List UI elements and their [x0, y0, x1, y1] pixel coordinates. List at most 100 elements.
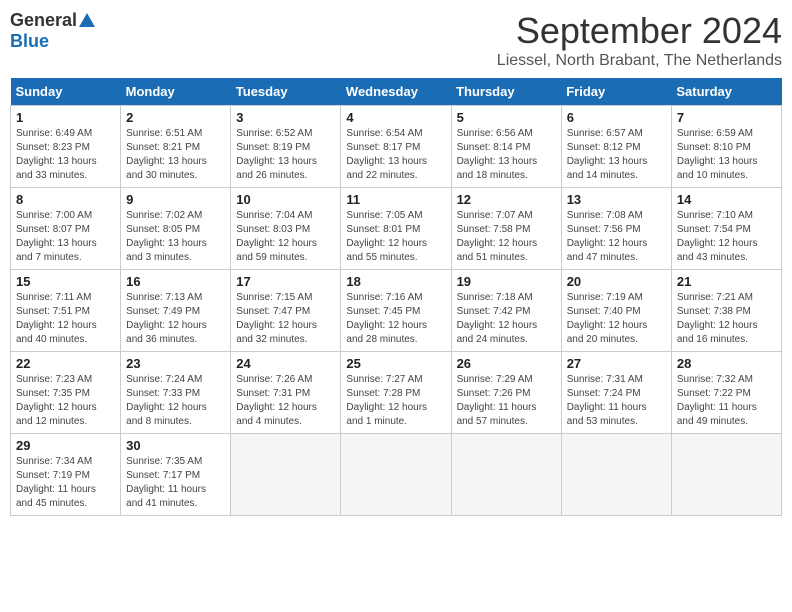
calendar-table: SundayMondayTuesdayWednesdayThursdayFrid… [10, 78, 782, 516]
day-info: Sunrise: 7:35 AM Sunset: 7:17 PM Dayligh… [126, 455, 225, 511]
day-number: 8 [16, 192, 115, 207]
day-number: 14 [677, 192, 776, 207]
day-info: Sunrise: 7:19 AM Sunset: 7:40 PM Dayligh… [567, 291, 666, 347]
calendar-cell: 8 Sunrise: 7:00 AM Sunset: 8:07 PM Daylig… [11, 188, 121, 270]
week-row-2: 8 Sunrise: 7:00 AM Sunset: 8:07 PM Daylig… [11, 188, 782, 270]
calendar-cell: 1 Sunrise: 6:49 AM Sunset: 8:23 PM Daylig… [11, 106, 121, 188]
calendar-cell: 29Sunrise: 7:34 AM Sunset: 7:19 PM Dayli… [11, 434, 121, 516]
day-number: 26 [457, 356, 556, 371]
calendar-cell: 14Sunrise: 7:10 AM Sunset: 7:54 PM Dayli… [671, 188, 781, 270]
day-info: Sunrise: 7:07 AM Sunset: 7:58 PM Dayligh… [457, 209, 556, 265]
day-info: Sunrise: 6:52 AM Sunset: 8:19 PM Dayligh… [236, 127, 335, 183]
day-number: 19 [457, 274, 556, 289]
day-number: 30 [126, 438, 225, 453]
day-header-tuesday: Tuesday [231, 78, 341, 106]
day-info: Sunrise: 6:59 AM Sunset: 8:10 PM Dayligh… [677, 127, 776, 183]
day-info: Sunrise: 7:34 AM Sunset: 7:19 PM Dayligh… [16, 455, 115, 511]
day-number: 11 [346, 192, 445, 207]
day-number: 24 [236, 356, 335, 371]
week-row-4: 22 Sunrise: 7:23 AM Sunset: 7:35 PM Dayli… [11, 352, 782, 434]
calendar-cell: 22 Sunrise: 7:23 AM Sunset: 7:35 PM Dayli… [11, 352, 121, 434]
day-number: 15 [16, 274, 115, 289]
day-number: 9 [126, 192, 225, 207]
day-number: 16 [126, 274, 225, 289]
day-number: 17 [236, 274, 335, 289]
day-number: 20 [567, 274, 666, 289]
day-header-monday: Monday [121, 78, 231, 106]
day-number: 1 [16, 110, 115, 125]
day-info: Sunrise: 7:31 AM Sunset: 7:24 PM Dayligh… [567, 373, 666, 429]
day-info: Sunrise: 7:02 AM Sunset: 8:05 PM Dayligh… [126, 209, 225, 265]
day-number: 7 [677, 110, 776, 125]
day-number: 13 [567, 192, 666, 207]
day-info: Sunrise: 7:11 AM Sunset: 7:51 PM Dayligh… [16, 291, 115, 347]
day-info: Sunrise: 7:04 AM Sunset: 8:03 PM Dayligh… [236, 209, 335, 265]
day-info: Sunrise: 7:16 AM Sunset: 7:45 PM Dayligh… [346, 291, 445, 347]
day-number: 12 [457, 192, 556, 207]
day-number: 2 [126, 110, 225, 125]
day-info: Sunrise: 7:32 AM Sunset: 7:22 PM Dayligh… [677, 373, 776, 429]
day-info: Sunrise: 7:21 AM Sunset: 7:38 PM Dayligh… [677, 291, 776, 347]
week-row-5: 29Sunrise: 7:34 AM Sunset: 7:19 PM Dayli… [11, 434, 782, 516]
day-info: Sunrise: 6:54 AM Sunset: 8:17 PM Dayligh… [346, 127, 445, 183]
day-info: Sunrise: 7:18 AM Sunset: 7:42 PM Dayligh… [457, 291, 556, 347]
calendar-cell [561, 434, 671, 516]
days-header-row: SundayMondayTuesdayWednesdayThursdayFrid… [11, 78, 782, 106]
day-info: Sunrise: 7:24 AM Sunset: 7:33 PM Dayligh… [126, 373, 225, 429]
calendar-cell: 5Sunrise: 6:56 AM Sunset: 8:14 PM Daylig… [451, 106, 561, 188]
calendar-cell [671, 434, 781, 516]
day-info: Sunrise: 7:08 AM Sunset: 7:56 PM Dayligh… [567, 209, 666, 265]
calendar-cell: 27 Sunrise: 7:31 AM Sunset: 7:24 PM Dayli… [561, 352, 671, 434]
day-info: Sunrise: 7:29 AM Sunset: 7:26 PM Dayligh… [457, 373, 556, 429]
calendar-cell: 30 Sunrise: 7:35 AM Sunset: 7:17 PM Dayli… [121, 434, 231, 516]
month-title: September 2024 [497, 10, 782, 52]
day-info: Sunrise: 6:51 AM Sunset: 8:21 PM Dayligh… [126, 127, 225, 183]
day-number: 6 [567, 110, 666, 125]
day-info: Sunrise: 7:05 AM Sunset: 8:01 PM Dayligh… [346, 209, 445, 265]
calendar-cell: 4 Sunrise: 6:54 AM Sunset: 8:17 PM Daylig… [341, 106, 451, 188]
location-subtitle: Liessel, North Brabant, The Netherlands [497, 52, 782, 70]
day-header-saturday: Saturday [671, 78, 781, 106]
week-row-1: 1 Sunrise: 6:49 AM Sunset: 8:23 PM Daylig… [11, 106, 782, 188]
calendar-cell: 21 Sunrise: 7:21 AM Sunset: 7:38 PM Dayli… [671, 270, 781, 352]
calendar-cell: 25 Sunrise: 7:27 AM Sunset: 7:28 PM Dayli… [341, 352, 451, 434]
calendar-cell: 26 Sunrise: 7:29 AM Sunset: 7:26 PM Dayli… [451, 352, 561, 434]
calendar-cell [231, 434, 341, 516]
day-info: Sunrise: 7:23 AM Sunset: 7:35 PM Dayligh… [16, 373, 115, 429]
day-info: Sunrise: 6:49 AM Sunset: 8:23 PM Dayligh… [16, 127, 115, 183]
calendar-cell: 11 Sunrise: 7:05 AM Sunset: 8:01 PM Dayli… [341, 188, 451, 270]
day-info: Sunrise: 6:56 AM Sunset: 8:14 PM Dayligh… [457, 127, 556, 183]
logo-blue-text: Blue [10, 31, 49, 52]
calendar-cell: 28 Sunrise: 7:32 AM Sunset: 7:22 PM Dayli… [671, 352, 781, 434]
day-header-thursday: Thursday [451, 78, 561, 106]
page-header: General Blue September 2024 Liessel, Nor… [10, 10, 782, 70]
day-number: 21 [677, 274, 776, 289]
day-number: 22 [16, 356, 115, 371]
calendar-cell: 9 Sunrise: 7:02 AM Sunset: 8:05 PM Daylig… [121, 188, 231, 270]
calendar-cell: 17 Sunrise: 7:15 AM Sunset: 7:47 PM Dayli… [231, 270, 341, 352]
day-number: 27 [567, 356, 666, 371]
day-number: 28 [677, 356, 776, 371]
logo-general-text: General [10, 10, 77, 31]
calendar-cell: 13 Sunrise: 7:08 AM Sunset: 7:56 PM Dayli… [561, 188, 671, 270]
logo-triangle-icon [79, 13, 95, 27]
calendar-cell [341, 434, 451, 516]
calendar-body: 1 Sunrise: 6:49 AM Sunset: 8:23 PM Daylig… [11, 106, 782, 516]
day-header-friday: Friday [561, 78, 671, 106]
day-number: 4 [346, 110, 445, 125]
calendar-cell: 24 Sunrise: 7:26 AM Sunset: 7:31 PM Dayli… [231, 352, 341, 434]
day-header-wednesday: Wednesday [341, 78, 451, 106]
day-number: 25 [346, 356, 445, 371]
day-number: 23 [126, 356, 225, 371]
day-header-sunday: Sunday [11, 78, 121, 106]
day-info: Sunrise: 7:27 AM Sunset: 7:28 PM Dayligh… [346, 373, 445, 429]
calendar-cell: 20 Sunrise: 7:19 AM Sunset: 7:40 PM Dayli… [561, 270, 671, 352]
calendar-cell: 16Sunrise: 7:13 AM Sunset: 7:49 PM Dayli… [121, 270, 231, 352]
day-info: Sunrise: 7:00 AM Sunset: 8:07 PM Dayligh… [16, 209, 115, 265]
day-info: Sunrise: 7:15 AM Sunset: 7:47 PM Dayligh… [236, 291, 335, 347]
calendar-cell: 3Sunrise: 6:52 AM Sunset: 8:19 PM Daylig… [231, 106, 341, 188]
calendar-cell: 7 Sunrise: 6:59 AM Sunset: 8:10 PM Daylig… [671, 106, 781, 188]
day-info: Sunrise: 7:26 AM Sunset: 7:31 PM Dayligh… [236, 373, 335, 429]
day-info: Sunrise: 6:57 AM Sunset: 8:12 PM Dayligh… [567, 127, 666, 183]
calendar-cell [451, 434, 561, 516]
